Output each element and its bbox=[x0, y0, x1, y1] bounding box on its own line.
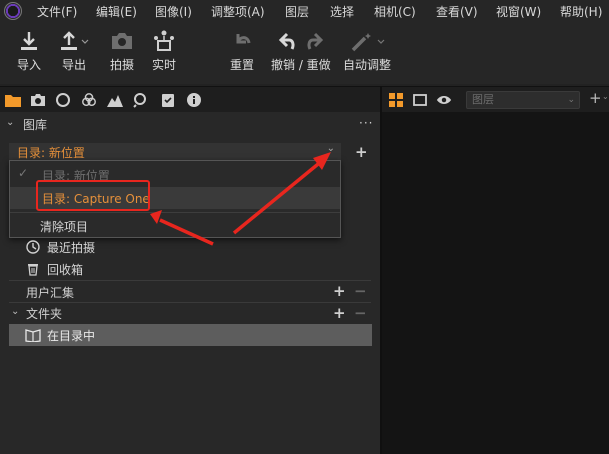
details-icon[interactable] bbox=[160, 92, 176, 108]
divider bbox=[9, 280, 371, 281]
export-icon bbox=[59, 28, 89, 54]
user-collections-title: 用户汇集 bbox=[26, 286, 75, 300]
in-catalog-label: 在目录中 bbox=[47, 329, 96, 343]
auto-adjust-button[interactable]: 自动调整 bbox=[343, 28, 391, 73]
import-icon bbox=[19, 28, 39, 54]
menu-file[interactable]: 文件(F) bbox=[37, 3, 77, 20]
capture-button[interactable]: 拍摄 bbox=[110, 28, 134, 73]
menu-bar: 文件(F) 编辑(E) 图像(I) 调整项(A) 图层 选择 相机(C) 查看(… bbox=[0, 0, 609, 22]
menu-select[interactable]: 选择 bbox=[330, 3, 354, 20]
menu-window[interactable]: 视窗(W) bbox=[496, 3, 541, 20]
folder-icon[interactable] bbox=[5, 92, 21, 108]
export-button[interactable]: 导出 bbox=[59, 28, 89, 73]
viewer-area[interactable] bbox=[382, 112, 609, 454]
list-item-recent-captures[interactable]: 最近拍摄 bbox=[26, 237, 386, 257]
trash-icon bbox=[28, 264, 38, 276]
recent-captures-label: 最近拍摄 bbox=[47, 241, 96, 255]
layers-header: 图层 ⌄ + ⌄ bbox=[382, 86, 609, 112]
toolbar: 导入 导出 拍摄 实时 重置 撤销 / 重做 自动调整 bbox=[0, 22, 609, 84]
reset-label: 重置 bbox=[230, 58, 255, 72]
trash-label: 回收箱 bbox=[47, 263, 84, 277]
import-button[interactable]: 导入 bbox=[17, 28, 41, 73]
divider bbox=[9, 302, 371, 303]
single-view-icon[interactable] bbox=[412, 92, 428, 108]
exposure-icon[interactable] bbox=[107, 92, 123, 108]
folders-title: 文件夹 bbox=[26, 307, 63, 321]
reset-icon bbox=[232, 28, 252, 54]
menu-camera[interactable]: 相机(C) bbox=[374, 3, 416, 20]
lens-icon[interactable] bbox=[55, 92, 71, 108]
reset-button[interactable]: 重置 bbox=[230, 28, 254, 73]
magic-wand-icon bbox=[349, 28, 385, 54]
library-title: 图库 bbox=[23, 118, 48, 132]
layer-select[interactable]: 图层 ⌄ bbox=[466, 91, 580, 109]
redo-icon bbox=[307, 32, 323, 50]
import-label: 导入 bbox=[17, 58, 42, 72]
undo-redo-button[interactable]: 撤销 / 重做 bbox=[271, 28, 331, 73]
highlight-box bbox=[36, 180, 150, 211]
camera-icon[interactable] bbox=[30, 92, 46, 108]
grid-view-icon[interactable] bbox=[388, 92, 404, 108]
camera-icon bbox=[110, 28, 134, 54]
live-button[interactable]: 实时 bbox=[152, 28, 176, 73]
chevron-down-icon[interactable]: ⌄ bbox=[6, 117, 14, 128]
remove-collection-button[interactable]: − bbox=[354, 284, 367, 299]
eye-icon[interactable] bbox=[436, 92, 452, 108]
live-view-icon bbox=[152, 28, 176, 54]
add-collection-button[interactable]: + bbox=[333, 284, 346, 299]
dropdown-item-label: 清除项目 bbox=[40, 220, 89, 234]
undo-redo-label: 撤销 / 重做 bbox=[271, 58, 331, 72]
catalog-book-icon bbox=[25, 329, 41, 342]
undo-redo-icons bbox=[272, 28, 330, 54]
chevron-down-icon: ⌄ bbox=[326, 143, 335, 154]
remove-folder-button[interactable]: − bbox=[354, 306, 367, 321]
dropdown-separator bbox=[10, 212, 340, 213]
tool-tab-strip bbox=[0, 86, 380, 112]
add-layer-button[interactable]: + bbox=[589, 89, 602, 107]
dropdown-item-clear[interactable]: 清除项目 bbox=[10, 215, 340, 237]
more-options-icon[interactable]: ··· bbox=[359, 116, 373, 130]
chevron-down-icon[interactable]: ⌄ bbox=[11, 306, 19, 317]
catalog-select[interactable]: 目录: 新位置 ⌄ bbox=[9, 143, 341, 161]
menu-layers[interactable]: 图层 bbox=[285, 3, 309, 20]
add-catalog-button[interactable]: + bbox=[355, 145, 368, 160]
menu-view[interactable]: 查看(V) bbox=[436, 3, 478, 20]
undo-icon bbox=[278, 32, 295, 50]
capture-one-logo-icon[interactable] bbox=[4, 2, 22, 20]
menu-edit[interactable]: 编辑(E) bbox=[96, 3, 137, 20]
search-icon[interactable] bbox=[133, 92, 149, 108]
catalog-select-value: 目录: 新位置 bbox=[17, 146, 85, 160]
menu-image[interactable]: 图像(I) bbox=[155, 3, 192, 20]
layer-select-placeholder: 图层 bbox=[472, 93, 494, 106]
list-item-trash[interactable]: 回收箱 bbox=[26, 259, 386, 279]
folder-in-catalog[interactable]: 在目录中 bbox=[9, 324, 372, 346]
live-label: 实时 bbox=[152, 58, 177, 72]
checkmark-icon: ✓ bbox=[18, 166, 29, 180]
capture-label: 拍摄 bbox=[110, 58, 135, 72]
info-icon[interactable] bbox=[186, 92, 202, 108]
auto-adjust-label: 自动调整 bbox=[343, 58, 392, 72]
clock-icon bbox=[26, 240, 40, 254]
color-icon[interactable] bbox=[81, 92, 97, 108]
add-folder-button[interactable]: + bbox=[333, 306, 346, 321]
add-layer-chevron-icon[interactable]: ⌄ bbox=[602, 92, 609, 101]
menu-adjustments[interactable]: 调整项(A) bbox=[211, 3, 265, 20]
chevron-down-icon: ⌄ bbox=[567, 95, 575, 105]
menu-help[interactable]: 帮助(H) bbox=[560, 3, 602, 20]
export-label: 导出 bbox=[61, 58, 86, 72]
